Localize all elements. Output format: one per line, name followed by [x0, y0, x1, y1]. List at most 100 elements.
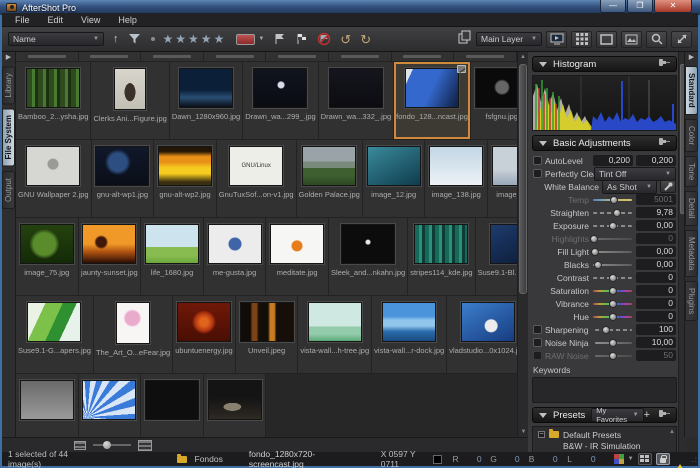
pin-icon[interactable] — [658, 409, 670, 421]
collapse-right-icon[interactable]: ▶ — [689, 52, 694, 64]
thumbnail-suse9-1-g-apers-jpg[interactable]: Suse9.1-G...apers.jpg — [16, 296, 94, 374]
star-icon[interactable]: ★ — [214, 32, 225, 46]
thumbnail-life-1680-jpg[interactable]: life_1680.jpg — [141, 218, 204, 296]
scroll-up-icon[interactable]: ▲ — [518, 52, 528, 62]
thumbnail-partial[interactable] — [266, 52, 329, 62]
slider-thumb[interactable] — [613, 209, 621, 217]
minimize-button[interactable]: — — [600, 0, 626, 13]
white-balance-dropdown[interactable]: As Shot▼ — [602, 180, 657, 194]
slider-hue[interactable] — [593, 312, 632, 322]
checkbox-sharpening[interactable] — [533, 325, 542, 334]
layer-dropdown[interactable]: Main Layer▼ — [476, 32, 542, 46]
thumbnail-fsfgnu-jpg[interactable]: fsfgnu.jpg — [471, 62, 517, 140]
thumbnail-partial[interactable] — [329, 52, 392, 62]
value-blacks[interactable]: 0,00 — [636, 259, 676, 270]
preset-b-w-ir-simulation[interactable]: B&W - IR Simulation — [533, 440, 676, 451]
thumbnail-gnu-wallpaper-2-jpg[interactable]: GNU Wallpaper 2.jpg — [16, 140, 92, 218]
tab-library[interactable]: Library — [2, 66, 15, 104]
menu-edit[interactable]: Edit — [39, 15, 73, 25]
autolevel-value-2[interactable]: 0,200 — [636, 155, 676, 166]
thumbnail-drawn-wa-332-jpg[interactable]: Drawn_wa...332_.jpg — [319, 62, 394, 140]
slider-thumb[interactable] — [609, 300, 617, 308]
thumbnail-drawn-wa-299-jpg[interactable]: Drawn_wa...299_.jpg — [243, 62, 318, 140]
slider-sharpening[interactable] — [595, 325, 632, 335]
tab-standard[interactable]: Standard — [685, 66, 698, 115]
color-management-icon[interactable] — [614, 454, 624, 464]
slider-thumb[interactable] — [609, 274, 617, 282]
thumbnail-size-slider[interactable] — [93, 441, 131, 449]
filter-icon[interactable] — [128, 33, 141, 45]
tab-color[interactable]: Color — [685, 119, 698, 152]
slider-fill-light[interactable] — [593, 247, 632, 257]
slider-noise-ninja[interactable] — [595, 338, 632, 348]
large-thumbnails-icon[interactable] — [138, 440, 152, 451]
slider-vibrance[interactable] — [593, 299, 632, 309]
collapse-triangle-icon[interactable] — [539, 413, 547, 418]
slider-straighten[interactable] — [593, 208, 632, 218]
value-temp[interactable]: 5001 — [636, 194, 676, 205]
thumbnail-bamboo-2-ysha-jpg[interactable]: Bamboo_2...ysha.jpg — [16, 62, 91, 140]
slider-thumb[interactable] — [609, 339, 617, 347]
star-icon[interactable]: ★ — [188, 32, 199, 46]
slider-exposure[interactable] — [593, 221, 632, 231]
thumbnail-sleek-and-nkahn-jpg[interactable]: Sleek_and...nkahn.jpg — [329, 218, 408, 296]
chevron-down-icon[interactable]: ▼ — [628, 456, 634, 462]
histogram-header[interactable]: Histogram — [532, 56, 677, 72]
tint-dropdown[interactable]: Tint Off▼ — [594, 167, 676, 181]
rotate-left-icon[interactable]: ↺ — [340, 33, 351, 46]
thumbnail-r5c4[interactable] — [204, 374, 267, 437]
value-exposure[interactable]: 0,00 — [636, 220, 676, 231]
thumbnail-image-75-jpg[interactable]: image_75.jpg — [16, 218, 79, 296]
slider-saturation[interactable] — [593, 286, 632, 296]
thumbnail-vista-wall-r-dock-jpg[interactable]: vista-wall...r-dock.jpg — [372, 296, 447, 374]
sort-dropdown[interactable]: Name▼ — [8, 32, 104, 46]
slider-thumb[interactable] — [591, 248, 599, 256]
add-preset-button[interactable]: + — [644, 410, 650, 420]
expander-icon[interactable]: − — [538, 431, 545, 438]
menu-help[interactable]: Help — [109, 15, 146, 25]
thumbnail-vista-wall-h-tree-jpg[interactable]: vista-wall...h-tree.jpg — [298, 296, 372, 374]
flag-icon[interactable] — [273, 33, 286, 45]
thumbnail-fondo-128-ncast-jpg[interactable]: fondo_128...ncast.jpg — [394, 62, 471, 140]
value-straighten[interactable]: 9,78 — [636, 207, 676, 218]
checkbox-noise-ninja[interactable] — [533, 338, 542, 347]
slider-thumb[interactable] — [609, 313, 617, 321]
lock-icon[interactable] — [656, 453, 670, 465]
value-highlights[interactable]: 0 — [636, 233, 676, 244]
sort-ascending-icon[interactable]: ↑ — [113, 33, 119, 45]
tab-tone[interactable]: Tone — [685, 156, 698, 187]
slider-thumb[interactable] — [610, 196, 618, 204]
thumbnail-the-art-o-efear-jpg[interactable]: The_Art_O...eFear.jpg — [94, 296, 173, 374]
thumbnail-dawn-1280x960-jpg[interactable]: Dawn_1280x960.jpg — [170, 62, 243, 140]
eyedropper-button[interactable] — [660, 180, 676, 193]
thumbnail-partial[interactable] — [141, 52, 204, 62]
value-saturation[interactable]: 0 — [636, 285, 676, 296]
tab-output[interactable]: Output — [2, 171, 15, 209]
color-label-swatch[interactable] — [236, 34, 255, 45]
star-icon[interactable]: ★ — [163, 32, 174, 46]
favorites-dropdown[interactable]: My Favorites▼ — [591, 408, 643, 422]
pin-icon[interactable] — [658, 137, 670, 149]
slider-thumb[interactable] — [590, 235, 598, 243]
thumbnail-me-gusta-jpg[interactable]: me-gusta.jpg — [204, 218, 267, 296]
slider-thumb[interactable] — [609, 352, 617, 360]
current-folder[interactable]: Fondos — [195, 454, 223, 464]
clear-flag-icon[interactable] — [317, 33, 331, 46]
value-contrast[interactable]: 0 — [636, 272, 676, 283]
thumbnail-golden-palace-jpg[interactable]: Golden Palace.jpg — [297, 140, 363, 218]
star-icon[interactable]: ★ — [175, 32, 186, 46]
slider-thumb[interactable] — [609, 287, 617, 295]
magnifier-button[interactable] — [646, 31, 667, 48]
perfectly-clear-checkbox[interactable] — [533, 169, 542, 178]
collapse-triangle-icon[interactable] — [539, 62, 547, 67]
preview-view-button[interactable] — [621, 31, 642, 48]
autolevel-value-1[interactable]: 0,200 — [593, 155, 633, 166]
value-vibrance[interactable]: 0 — [636, 298, 676, 309]
slider-thumb[interactable] — [594, 261, 602, 269]
thumbnail-image-59-jpg[interactable]: image_59.jpg — [488, 140, 517, 218]
slider-thumb[interactable] — [602, 326, 610, 334]
slider-raw-noise[interactable] — [595, 351, 632, 361]
slider-blacks[interactable] — [593, 260, 632, 270]
tab-file-system[interactable]: File System — [2, 108, 15, 166]
thumbnail-clerks-ani-figure-jpg[interactable]: Clerks Ani...Figure.jpg — [91, 62, 169, 140]
